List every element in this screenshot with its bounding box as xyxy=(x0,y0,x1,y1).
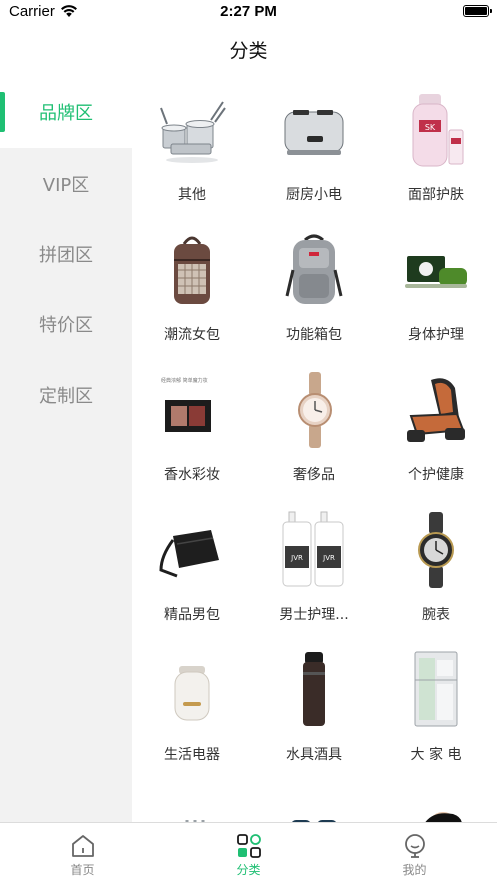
ladies-watch-image xyxy=(298,372,332,448)
cutlery-image xyxy=(185,820,205,822)
category-tile-other[interactable]: 其他 xyxy=(132,76,252,216)
category-tile-label: 潮流女包 xyxy=(164,327,220,343)
category-tile-drinkware[interactable]: 水具酒具 xyxy=(254,636,374,776)
page-title: 分类 xyxy=(229,40,268,62)
active-indicator xyxy=(0,92,5,132)
category-tile-label: 生活电器 xyxy=(164,747,220,763)
status-bar: Carrier 2:27 PM xyxy=(0,0,497,26)
sidebar-item-label: 特价区 xyxy=(39,315,93,336)
category-tile-mens-bags[interactable]: 精品男包 xyxy=(132,496,252,636)
messenger-bag-image xyxy=(159,530,219,578)
category-tile-portrait[interactable] xyxy=(376,776,496,822)
svg-text:经典浓郁 简单魔力妆: 经典浓郁 简单魔力妆 xyxy=(161,377,208,384)
category-tile-sunglasses[interactable] xyxy=(254,776,374,822)
laptop-backpack-image xyxy=(285,234,343,304)
sidebar-item-label: 定制区 xyxy=(39,386,93,407)
category-tile-label: 精品男包 xyxy=(164,607,220,623)
sidebar-item-label: 品牌区 xyxy=(39,103,93,124)
category-tile-label: 身体护理 xyxy=(408,327,464,343)
tab-label: 我的 xyxy=(402,863,427,877)
sidebar-item-special-offer[interactable]: 特价区 xyxy=(0,288,132,360)
category-tile-perfume-makeup[interactable]: 经典浓郁 简单魔力妆 香水彩妆 xyxy=(132,356,252,496)
category-tile-label: 香水彩妆 xyxy=(164,467,220,483)
sidebar-item-group-buy[interactable]: 拼团区 xyxy=(0,218,132,290)
category-tile-label: 厨房小电 xyxy=(286,187,342,203)
sidebar-item-vip[interactable]: VIP区 xyxy=(0,148,132,220)
sunglasses-image xyxy=(292,820,336,822)
lotion-bottles-image: JVR JVR xyxy=(282,511,344,587)
category-tile-personal-health[interactable]: 个护健康 xyxy=(376,356,496,496)
home-icon xyxy=(72,835,94,857)
category-tile-functional-bags[interactable]: 功能箱包 xyxy=(254,216,374,356)
massage-chair-image xyxy=(407,378,465,442)
category-tile-home-appliances[interactable]: 生活电器 xyxy=(132,636,252,776)
toaster-image xyxy=(284,110,344,155)
water-bottle-image xyxy=(303,652,325,726)
tab-profile[interactable]: 我的 xyxy=(332,823,497,884)
category-tile-label: 水具酒具 xyxy=(286,747,342,763)
category-tile-facial-skincare[interactable]: SK 面部护肤 xyxy=(376,76,496,216)
category-tile-label: 功能箱包 xyxy=(286,327,342,343)
skincare-bottle-image: SK xyxy=(412,94,464,167)
category-tile-label: 腕表 xyxy=(422,607,450,623)
tab-home[interactable]: 首页 xyxy=(0,823,165,884)
sidebar-item-brand[interactable]: 品牌区 xyxy=(0,76,132,148)
category-tile-body-care[interactable]: 身体护理 xyxy=(376,216,496,356)
category-tile-kitchen-appliances[interactable]: 厨房小电 xyxy=(254,76,374,216)
svg-text:SK: SK xyxy=(425,123,436,132)
category-tile-luxury[interactable]: 奢侈品 xyxy=(254,356,374,496)
category-tile-label: 大 家 电 xyxy=(410,747,462,763)
profile-icon xyxy=(405,834,425,858)
category-tile-label: 男士护理... xyxy=(279,607,349,623)
wristwatch-image xyxy=(418,512,454,588)
portrait-image xyxy=(425,812,462,822)
eyeshadow-palette-image: 经典浓郁 简单魔力妆 xyxy=(161,377,211,432)
category-tile-watches[interactable]: 腕表 xyxy=(376,496,496,636)
category-tile-label: 奢侈品 xyxy=(293,467,335,483)
category-tile-label: 面部护肤 xyxy=(408,187,464,203)
tab-label: 首页 xyxy=(70,863,95,877)
category-sidebar: 品牌区 VIP区 拼团区 特价区 定制区 xyxy=(0,76,132,822)
battery-icon xyxy=(463,5,492,17)
category-tile-mens-care[interactable]: JVR JVR 男士护理... xyxy=(254,496,374,636)
refrigerator-image xyxy=(414,651,458,727)
sidebar-item-custom[interactable]: 定制区 xyxy=(0,359,132,431)
category-tile-major-appliances[interactable]: 大 家 电 xyxy=(376,636,496,776)
sidebar-item-label: VIP区 xyxy=(42,175,90,196)
svg-text:JVR: JVR xyxy=(290,554,303,562)
soap-bar-image xyxy=(405,256,467,288)
category-grid-icon xyxy=(237,834,261,858)
category-tile-trendy-womens-bags[interactable]: 潮流女包 xyxy=(132,216,252,356)
tab-label: 分类 xyxy=(236,863,261,877)
category-grid: 其他 厨房小电 SK 面部护肤 潮流女包 功能箱包 身体护理 经典浓郁 简单魔力… xyxy=(132,76,497,822)
category-tile-label: 个护健康 xyxy=(408,467,464,483)
backpack-image xyxy=(174,236,210,304)
svg-text:JVR: JVR xyxy=(322,554,335,562)
tab-category[interactable]: 分类 xyxy=(166,823,331,884)
humidifier-image xyxy=(174,666,210,721)
cookware-set-image xyxy=(160,101,226,163)
clock: 2:27 PM xyxy=(220,3,277,20)
category-tile-label: 其他 xyxy=(178,187,206,203)
bottom-tab-bar: 首页 分类 我的 xyxy=(0,822,497,884)
category-tile-cutlery[interactable] xyxy=(132,776,252,822)
sidebar-item-label: 拼团区 xyxy=(39,245,93,266)
